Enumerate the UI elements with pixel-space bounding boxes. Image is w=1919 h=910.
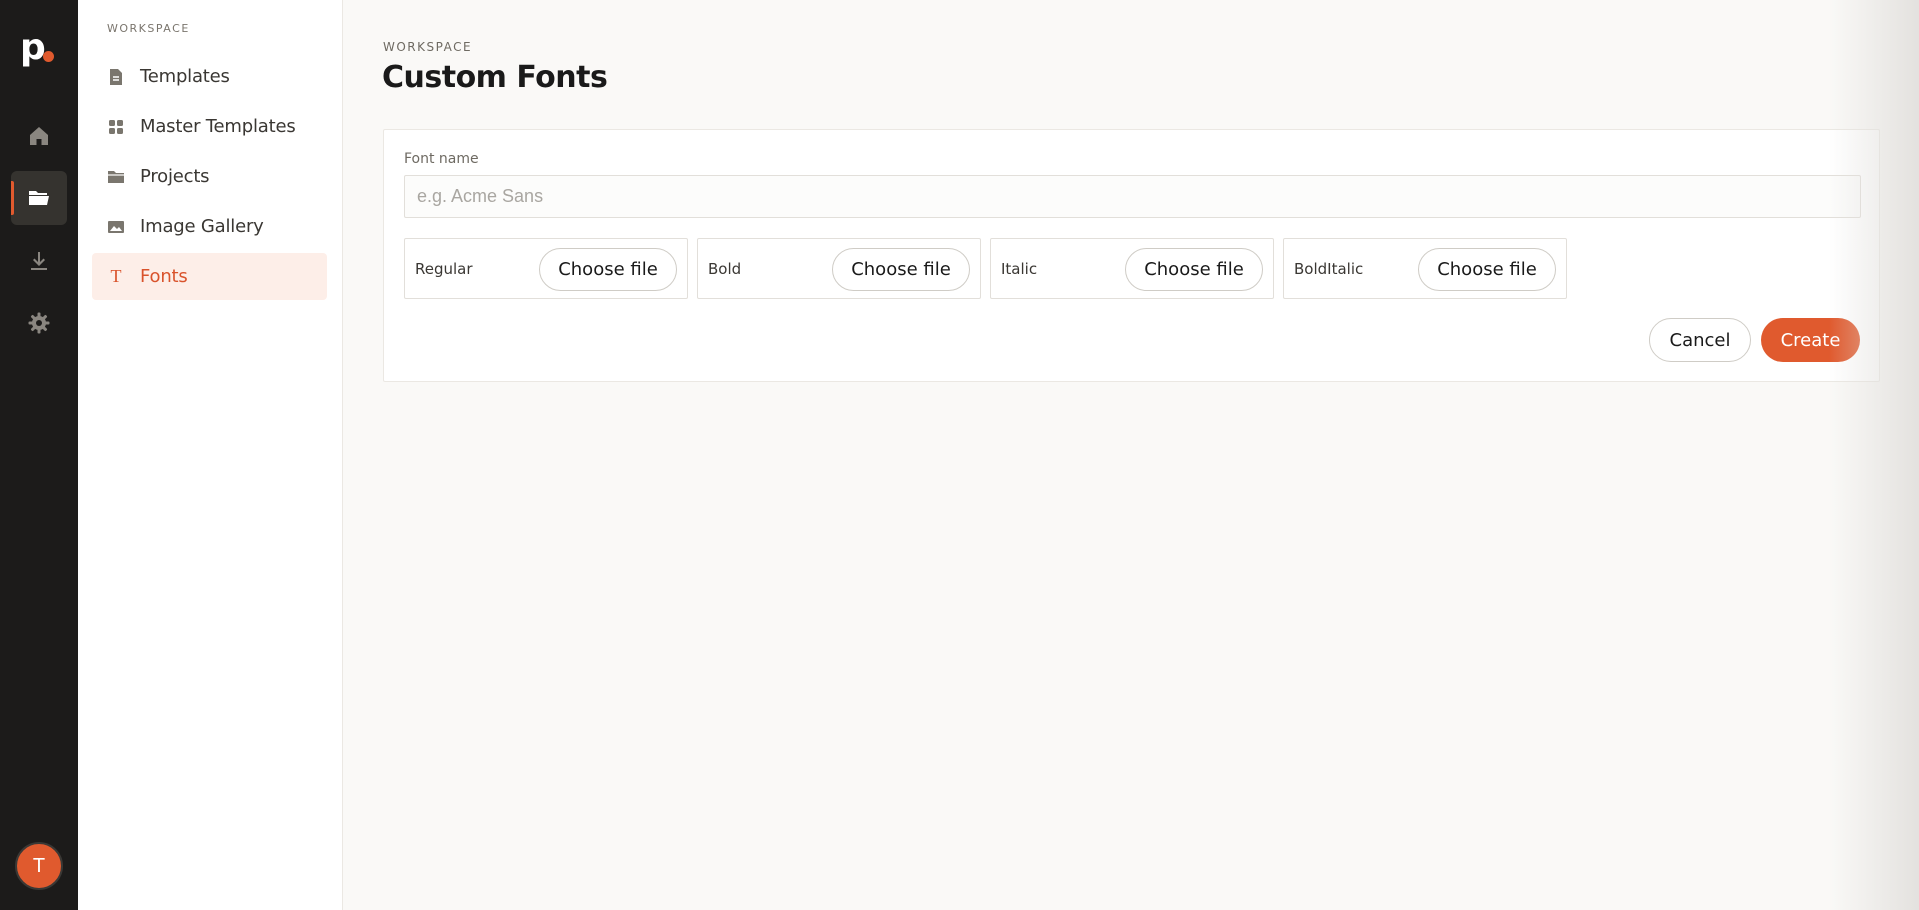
folder-icon bbox=[29, 191, 49, 205]
choose-file-button[interactable]: Choose file bbox=[539, 248, 677, 291]
choose-file-button[interactable]: Choose file bbox=[1125, 248, 1263, 291]
sidebar: WORKSPACE Templates Master Templates Pro… bbox=[78, 0, 343, 910]
font-file-slot-italic: Italic Choose file bbox=[990, 238, 1274, 299]
page-title: Custom Fonts bbox=[382, 60, 608, 95]
sidebar-item-templates[interactable]: Templates bbox=[92, 53, 327, 100]
rail-download-button[interactable] bbox=[11, 234, 67, 288]
choose-file-button[interactable]: Choose file bbox=[1418, 248, 1556, 291]
sidebar-item-label: Fonts bbox=[140, 266, 188, 287]
font-file-slot-bolditalic: BoldItalic Choose file bbox=[1283, 238, 1567, 299]
logo-dot bbox=[43, 51, 54, 62]
font-name-label: Font name bbox=[404, 151, 479, 167]
slot-label: Regular bbox=[415, 260, 473, 278]
rail-folders-button[interactable] bbox=[11, 171, 67, 225]
folder-icon bbox=[108, 170, 124, 183]
type-icon: T bbox=[110, 266, 122, 286]
sidebar-item-label: Templates bbox=[140, 66, 230, 87]
user-avatar[interactable]: T bbox=[15, 842, 63, 890]
sidebar-heading: WORKSPACE bbox=[107, 22, 190, 35]
sidebar-item-label: Image Gallery bbox=[140, 216, 264, 237]
home-icon bbox=[30, 127, 48, 145]
font-name-input[interactable] bbox=[404, 175, 1861, 218]
logo-letter: p bbox=[20, 27, 46, 68]
slot-label: BoldItalic bbox=[1294, 260, 1364, 278]
sidebar-item-fonts[interactable]: T Fonts bbox=[92, 253, 327, 300]
sidebar-item-image-gallery[interactable]: Image Gallery bbox=[92, 203, 327, 250]
grid-icon bbox=[109, 119, 123, 134]
app-logo[interactable]: p bbox=[20, 30, 60, 72]
rail-home-button[interactable] bbox=[11, 109, 67, 163]
page-eyebrow: WORKSPACE bbox=[383, 40, 473, 54]
create-font-card: Font name Regular Choose file Bold Choos… bbox=[383, 129, 1880, 382]
sidebar-item-label: Projects bbox=[140, 166, 210, 187]
font-file-slot-bold: Bold Choose file bbox=[697, 238, 981, 299]
rail-settings-button[interactable] bbox=[11, 296, 67, 350]
image-icon bbox=[108, 220, 124, 233]
slot-label: Italic bbox=[1001, 260, 1038, 278]
gear-icon bbox=[28, 312, 50, 334]
app-rail: p T bbox=[0, 0, 78, 910]
sidebar-item-projects[interactable]: Projects bbox=[92, 153, 327, 200]
sidebar-item-label: Master Templates bbox=[140, 116, 296, 137]
choose-file-button[interactable]: Choose file bbox=[832, 248, 970, 291]
font-file-slot-regular: Regular Choose file bbox=[404, 238, 688, 299]
cancel-button[interactable]: Cancel bbox=[1649, 318, 1751, 362]
download-icon bbox=[31, 252, 47, 270]
document-icon bbox=[110, 68, 122, 85]
slot-label: Bold bbox=[708, 260, 742, 278]
create-button[interactable]: Create bbox=[1761, 318, 1860, 362]
sidebar-item-master-templates[interactable]: Master Templates bbox=[92, 103, 327, 150]
